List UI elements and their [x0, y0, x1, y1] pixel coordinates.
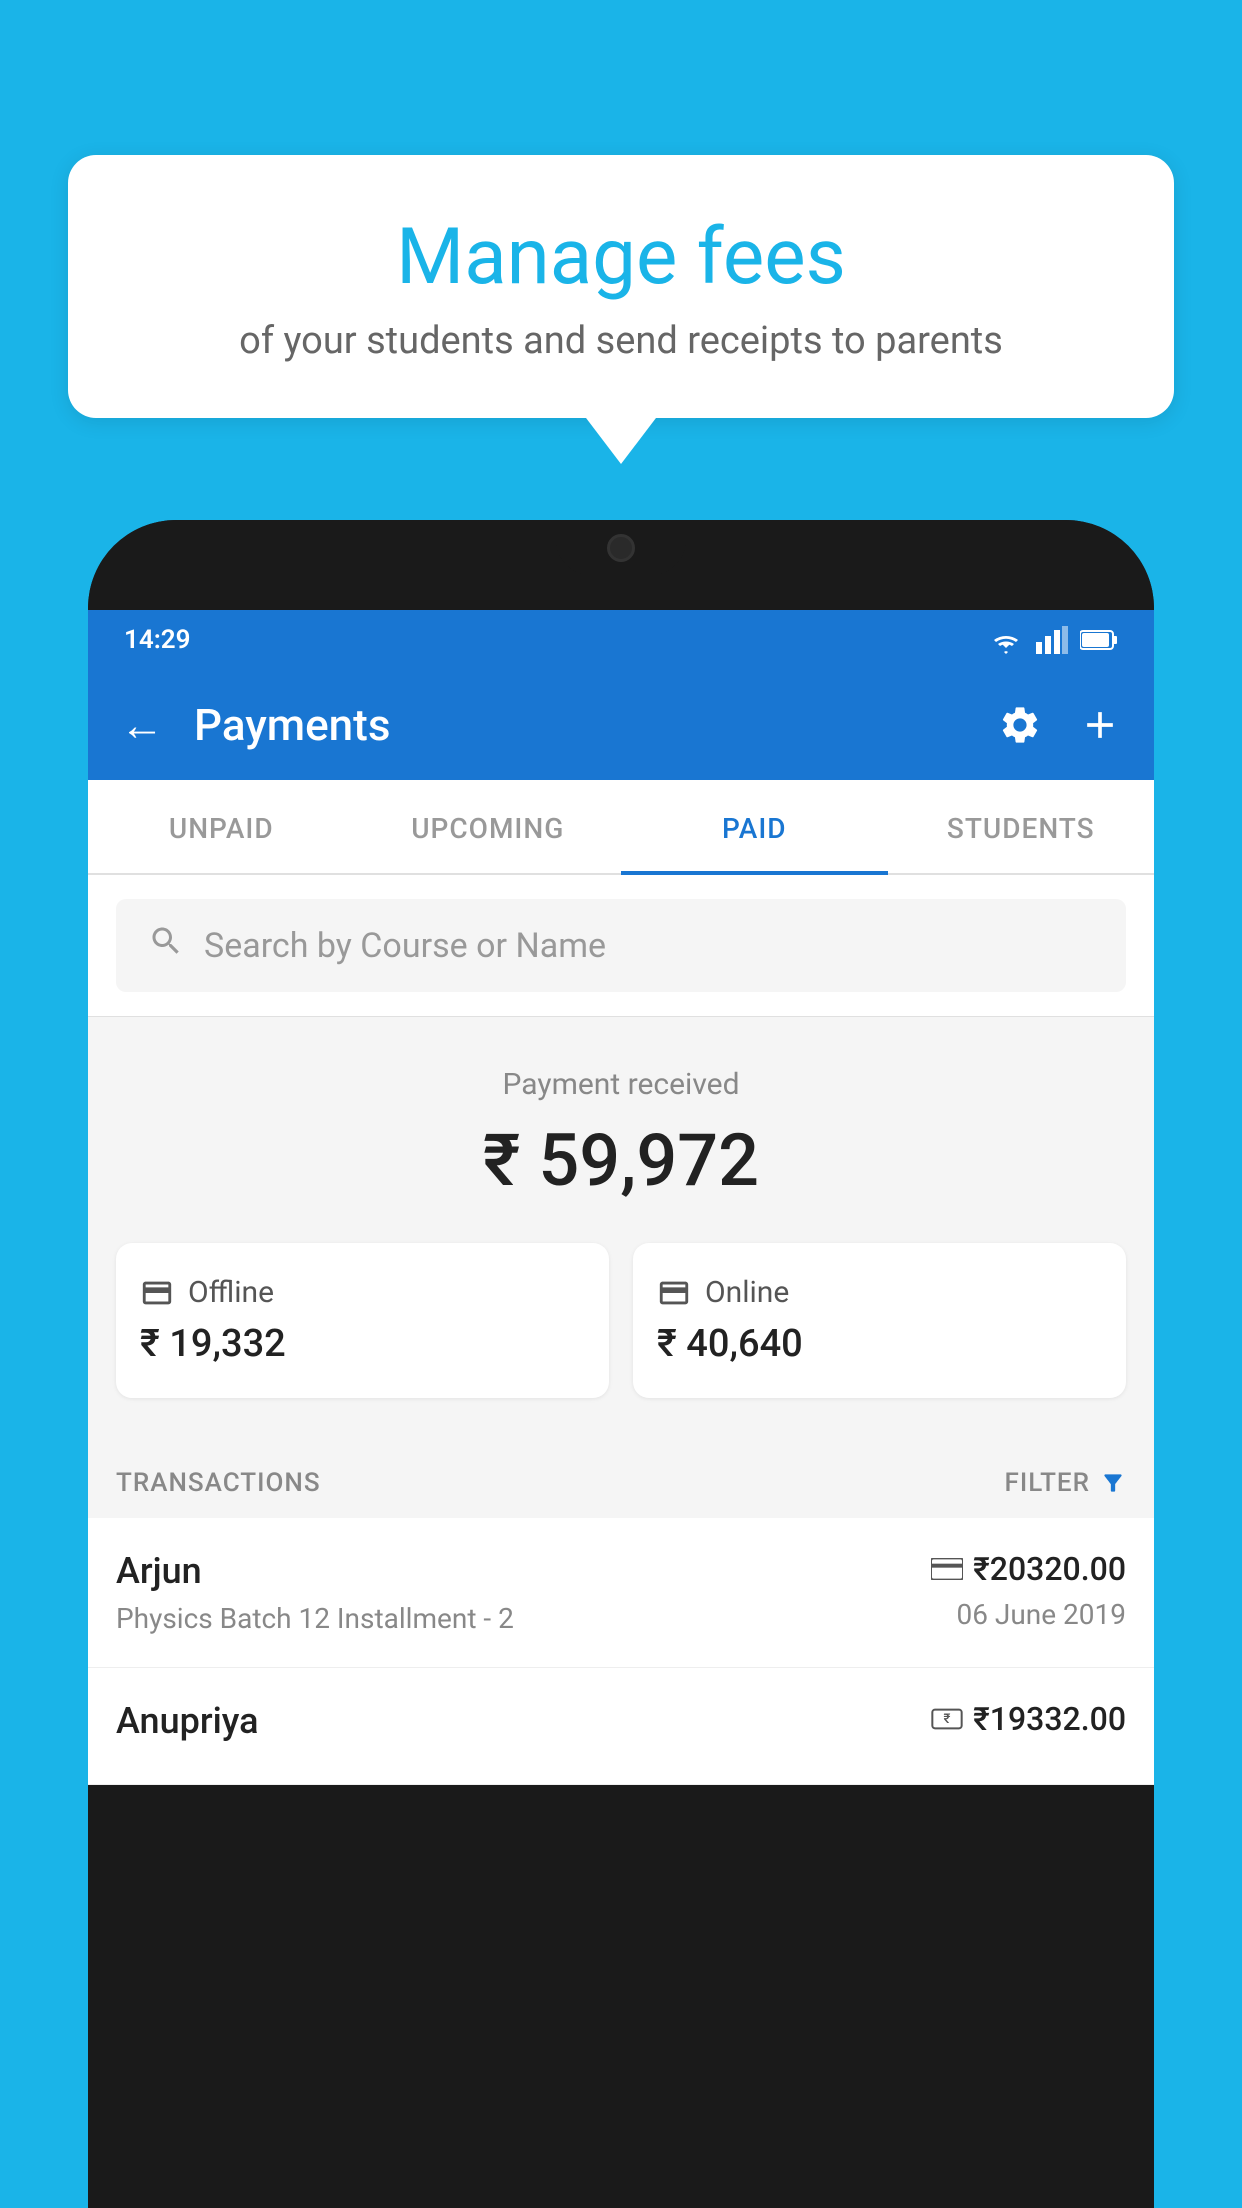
transaction-amount-anupriya: ₹ ₹19332.00 [931, 1700, 1126, 1738]
phone-bezel [88, 520, 1154, 610]
transaction-name-arjun: Arjun [116, 1550, 514, 1592]
online-label: Online [705, 1275, 789, 1310]
phone-camera [607, 534, 635, 562]
tab-unpaid[interactable]: UNPAID [88, 780, 355, 873]
status-bar: 14:29 [88, 610, 1154, 670]
online-payment-card: Online ₹ 40,640 [633, 1243, 1126, 1398]
phone-notch [556, 520, 686, 575]
search-placeholder-text: Search by Course or Name [204, 926, 606, 966]
offline-payment-icon [140, 1276, 174, 1310]
transaction-right-arjun: ₹20320.00 06 June 2019 [931, 1550, 1126, 1631]
search-bar-container: Search by Course or Name [88, 875, 1154, 1017]
transaction-date-arjun: 06 June 2019 [931, 1598, 1126, 1631]
transactions-header: TRANSACTIONS FILTER [88, 1438, 1154, 1518]
settings-icon[interactable] [998, 703, 1042, 747]
filter-icon [1100, 1470, 1126, 1496]
transactions-label: TRANSACTIONS [116, 1468, 321, 1498]
battery-icon [1080, 629, 1118, 651]
transaction-left-anupriya: Anupriya [116, 1700, 259, 1752]
add-icon[interactable] [1078, 703, 1122, 747]
transaction-item-arjun[interactable]: Arjun Physics Batch 12 Installment - 2 ₹… [88, 1518, 1154, 1668]
back-button[interactable]: ← [120, 699, 164, 751]
tabs-container: UNPAID UPCOMING PAID STUDENTS [88, 780, 1154, 875]
transaction-right-anupriya: ₹ ₹19332.00 [931, 1700, 1126, 1748]
transaction-left-arjun: Arjun Physics Batch 12 Installment - 2 [116, 1550, 514, 1635]
phone-screen: Search by Course or Name Payment receive… [88, 875, 1154, 1785]
card-payment-icon-arjun [931, 1558, 963, 1580]
wifi-icon [988, 626, 1024, 654]
online-payment-icon [657, 1276, 691, 1310]
tooltip-card: Manage fees of your students and send re… [68, 155, 1174, 418]
signal-icon [1036, 626, 1068, 654]
tooltip-subtitle: of your students and send receipts to pa… [138, 319, 1104, 363]
offline-card-header: Offline [140, 1275, 585, 1310]
offline-payment-icon-anupriya: ₹ [931, 1708, 963, 1730]
filter-button[interactable]: FILTER [1005, 1468, 1126, 1498]
tab-students[interactable]: STUDENTS [888, 780, 1155, 873]
payment-summary: Payment received ₹ 59,972 Offline ₹ 19,3… [88, 1017, 1154, 1438]
app-bar: ← Payments [88, 670, 1154, 780]
search-icon [148, 923, 184, 968]
payment-received-label: Payment received [116, 1067, 1126, 1102]
payment-total-amount: ₹ 59,972 [116, 1118, 1126, 1203]
transaction-name-anupriya: Anupriya [116, 1700, 259, 1742]
tab-upcoming[interactable]: UPCOMING [355, 780, 622, 873]
tab-paid[interactable]: PAID [621, 780, 888, 873]
transaction-item-anupriya[interactable]: Anupriya ₹ ₹19332.00 [88, 1668, 1154, 1785]
svg-text:₹: ₹ [944, 1712, 951, 1727]
transaction-detail-arjun: Physics Batch 12 Installment - 2 [116, 1602, 514, 1635]
offline-payment-card: Offline ₹ 19,332 [116, 1243, 609, 1398]
offline-amount: ₹ 19,332 [140, 1322, 585, 1366]
transaction-amount-arjun: ₹20320.00 [931, 1550, 1126, 1588]
online-amount: ₹ 40,640 [657, 1322, 1102, 1366]
status-time: 14:29 [124, 625, 191, 655]
app-bar-actions [998, 703, 1122, 747]
app-bar-title: Payments [194, 699, 998, 751]
filter-label: FILTER [1005, 1468, 1090, 1498]
phone-frame: 14:29 ← Payments [88, 520, 1154, 2208]
offline-label: Offline [188, 1275, 274, 1310]
payment-cards: Offline ₹ 19,332 Online ₹ 40,640 [116, 1243, 1126, 1398]
tooltip-title: Manage fees [138, 215, 1104, 301]
search-bar[interactable]: Search by Course or Name [116, 899, 1126, 992]
online-card-header: Online [657, 1275, 1102, 1310]
status-icons [988, 626, 1118, 654]
